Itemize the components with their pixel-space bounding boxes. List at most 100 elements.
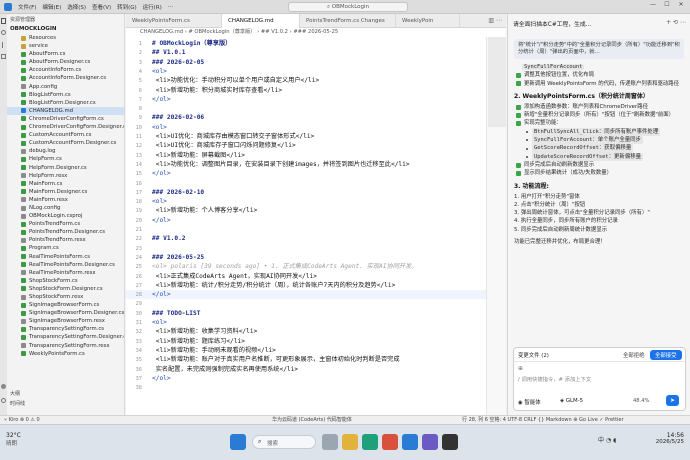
- file-tree-item[interactable]: AccountInfoForm.cs: [7, 66, 124, 74]
- explorer-icon[interactable]: [1, 18, 6, 24]
- file-tree-item[interactable]: SignImageBrowserForm.Designer.cs: [7, 309, 124, 317]
- code-line[interactable]: 32 <li>新增功能：收集学习资料</li>: [126, 327, 506, 336]
- taskbar-search[interactable]: ⌕ 搜索: [252, 435, 316, 449]
- code-line[interactable]: 4 <ol>: [126, 67, 506, 76]
- file-tree-item[interactable]: SignImageBrowserForm.resx: [7, 317, 124, 325]
- menu-item-go[interactable]: 转到(G): [117, 3, 137, 11]
- file-tree-item[interactable]: debug.log: [7, 147, 124, 155]
- file-tree-item[interactable]: ChromeDriverConfigForm.cs: [7, 115, 124, 123]
- menu-item-select[interactable]: 选择(S): [67, 3, 86, 11]
- code-line[interactable]: 28 </ol>: [126, 290, 506, 300]
- code-line[interactable]: 24 ### 2026-05-25: [126, 253, 506, 262]
- more-icon[interactable]: ⋯: [680, 19, 686, 26]
- code-line[interactable]: 33 <li>新增功能：题库练习</li>: [126, 337, 506, 346]
- ime-indicator[interactable]: 中: [598, 437, 604, 444]
- store-icon[interactable]: [422, 434, 438, 450]
- file-tree-item[interactable]: MainForm.cs: [7, 180, 124, 188]
- code-line[interactable]: 13 <li>新增功能：屏幕截图</li>: [126, 151, 506, 160]
- file-explorer-icon[interactable]: [342, 434, 358, 450]
- code-line[interactable]: 11 <li>UI优化：商城库存由模态窗口转交子窗体形式</li>: [126, 132, 506, 141]
- code-line[interactable]: 38: [126, 383, 506, 392]
- code-line[interactable]: 16: [126, 179, 506, 188]
- extensions-icon[interactable]: [1, 54, 6, 59]
- command-search-box[interactable]: ⌕ OBMockLogin: [288, 2, 408, 12]
- status-right[interactable]: 行 28, 列 6 空格: 4 UTF-8 CRLF {} Markdown ⊕…: [462, 416, 624, 424]
- code-line[interactable]: 1 # OBMockLogin（尊享版）: [126, 39, 506, 48]
- prompt-input[interactable]: / 调用快捷指令，# 添加上下文: [518, 375, 681, 383]
- maximize-button[interactable]: ☐: [660, 1, 674, 8]
- model-selector[interactable]: ◈ GLM-5: [560, 398, 583, 404]
- file-tree-item[interactable]: Resources: [7, 34, 124, 42]
- tab-changelog[interactable]: CHANGELOG.md: [222, 14, 300, 28]
- file-tree-item[interactable]: OBMockLogin.csproj: [7, 212, 124, 220]
- task-view-icon[interactable]: [322, 434, 338, 450]
- code-line[interactable]: 30 ### TODO-LIST: [126, 309, 506, 318]
- split-editor-icon[interactable]: ▥: [488, 17, 494, 24]
- more-actions-icon[interactable]: ⋯: [496, 17, 502, 24]
- volume-icon[interactable]: ◖: [613, 437, 616, 444]
- code-line[interactable]: 23: [126, 244, 506, 253]
- file-tree-item[interactable]: CustomAccountForm.Designer.cs: [7, 139, 124, 147]
- code-line[interactable]: 6 <li>新增功能：积分商城实时库存查看</li>: [126, 86, 506, 95]
- file-tree-item[interactable]: service: [7, 42, 124, 50]
- file-tree-item[interactable]: RealTimePointsForm.resx: [7, 269, 124, 277]
- menu-item-file[interactable]: 文件(F): [18, 3, 36, 11]
- code-line[interactable]: 8: [126, 104, 506, 113]
- timeline-section[interactable]: 时间线: [7, 400, 124, 408]
- accept-all-button[interactable]: 全部接受: [650, 350, 682, 360]
- source-control-icon[interactable]: [2, 42, 5, 48]
- edge-browser-icon[interactable]: [362, 434, 378, 450]
- file-tree-item[interactable]: AboutForm.cs: [7, 50, 124, 58]
- menu-item-edit[interactable]: 编辑(E): [42, 3, 61, 11]
- code-line[interactable]: 25 <ol> polaris [39 seconds ago] • 1. 正式集…: [126, 262, 506, 271]
- tab-pointstrendform-changes[interactable]: PointsTrendForm.cs Changes: [300, 14, 396, 28]
- menu-item-more[interactable]: ...: [168, 3, 173, 11]
- account-icon[interactable]: [1, 384, 6, 389]
- code-line[interactable]: 22 ## V1.0.2: [126, 234, 506, 243]
- close-button[interactable]: ✕: [674, 1, 688, 8]
- file-tree-item[interactable]: HelpForm.resx: [7, 172, 124, 180]
- file-tree-item[interactable]: App.config: [7, 83, 124, 91]
- file-tree-item[interactable]: HelpForm.cs: [7, 155, 124, 163]
- file-tree-item[interactable]: AccountInfoForm.Designer.cs: [7, 74, 124, 82]
- file-tree-item[interactable]: RealTimePointsForm.cs: [7, 253, 124, 261]
- code-line[interactable]: 20 </ol>: [126, 216, 506, 225]
- history-icon[interactable]: ⟲: [673, 19, 678, 26]
- menu-item-view[interactable]: 查看(V): [92, 3, 111, 11]
- code-line[interactable]: 17 ### 2026-02-10: [126, 188, 506, 197]
- search-panel-icon[interactable]: [1, 30, 6, 35]
- file-tree-item[interactable]: CustomAccountForm.cs: [7, 131, 124, 139]
- start-menu-icon[interactable]: [230, 434, 246, 450]
- code-line[interactable]: 19 <li>新增功能：个人博客分享</li>: [126, 206, 506, 215]
- file-tree-item[interactable]: TransparencySettingForm.Designer.cs: [7, 333, 124, 341]
- file-tree-item[interactable]: PointsTrendForm.cs: [7, 220, 124, 228]
- menu-item-run[interactable]: 运行(R): [143, 3, 162, 11]
- send-button[interactable]: ➤: [666, 395, 679, 406]
- clock[interactable]: 14:56 2026/5/25: [646, 432, 684, 445]
- status-center[interactable]: 华为云码道 (CodeArts) 代码智能体: [272, 416, 352, 424]
- code-line[interactable]: 10 <ol>: [126, 123, 506, 132]
- tab-weeklypoin[interactable]: WeeklyPoin: [396, 14, 460, 28]
- breadcrumb[interactable]: CHANGELOG.md › # OBMockLogin（尊享版） › ## V…: [126, 28, 506, 37]
- reject-all-button[interactable]: 全部拒绝: [620, 350, 648, 360]
- chrome-browser-icon[interactable]: [382, 434, 398, 450]
- code-line[interactable]: 21: [126, 225, 506, 234]
- code-line[interactable]: 35 <li>新增功能：账户对于真实用户名推断，可更形象展示，主窗体初始化时判断…: [126, 355, 506, 364]
- file-tree-item[interactable]: ShopStockForm.Designer.cs: [7, 285, 124, 293]
- file-tree-item[interactable]: MainForm.resx: [7, 196, 124, 204]
- status-left[interactable]: ⑂ Kiro ⊗ 0 ⚠ 0: [4, 416, 40, 424]
- code-line[interactable]: 36 实名配置，未完成则强制完成实名再使用系统</li>: [126, 365, 506, 374]
- file-tree-item[interactable]: TransparencySettingForm.cs: [7, 325, 124, 333]
- code-line[interactable]: 3 ### 2026-02-05: [126, 58, 506, 67]
- code-line[interactable]: 7 </ol>: [126, 95, 506, 104]
- wifi-icon[interactable]: ◔: [606, 437, 611, 444]
- terminal-icon[interactable]: [442, 434, 458, 450]
- code-line[interactable]: 26 <li>正式集成CodeArts Agent，实现AI协同开发</li>: [126, 272, 506, 281]
- changed-files-label[interactable]: 变更文件 (2): [518, 351, 549, 359]
- code-line[interactable]: 31 <ol>: [126, 318, 506, 327]
- file-tree-item[interactable]: MainForm.Designer.cs: [7, 188, 124, 196]
- code-line[interactable]: 27 <li>新增功能：统计/积分走势/积分统计（周），统计各账户7天内的积分及…: [126, 281, 506, 290]
- code-line[interactable]: 29: [126, 299, 506, 308]
- add-context-icon[interactable]: ⊕: [518, 365, 523, 372]
- file-tree-item[interactable]: NLog.config: [7, 204, 124, 212]
